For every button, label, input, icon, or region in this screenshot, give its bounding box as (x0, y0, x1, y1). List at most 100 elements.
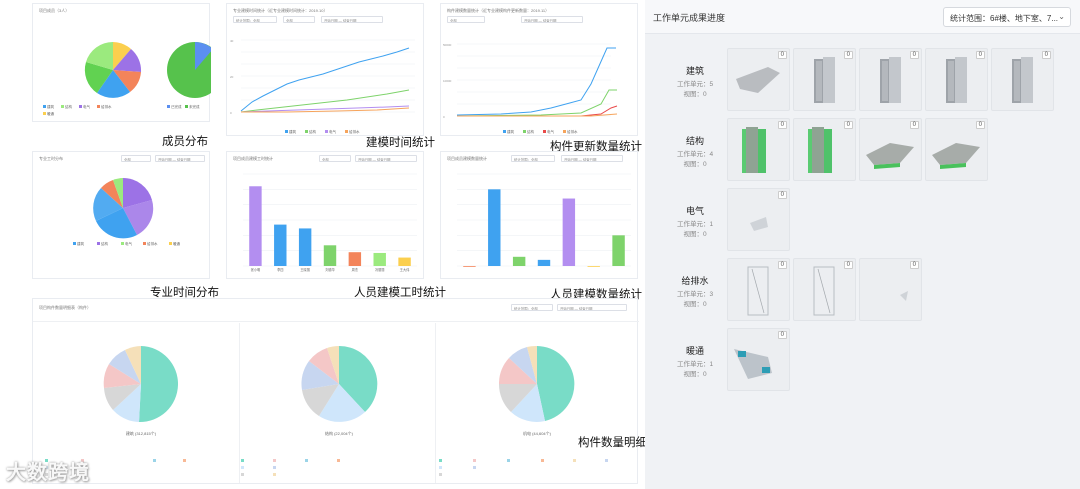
category-units: 工作单元：5 (676, 81, 714, 88)
svg-text:电气: 电气 (83, 104, 90, 109)
component-updates-panel: 构件建模数量统计（近专业建模构件更新数量：2019.11） 全部 开始日期 — … (440, 3, 638, 136)
bar (612, 235, 625, 266)
category-0: 建筑 工作单元：5 视图：0 (657, 64, 733, 100)
bar (323, 245, 337, 266)
svg-text:给排水: 给排水 (101, 104, 112, 109)
model-preview-icon (813, 266, 835, 316)
model-thumbnail[interactable]: 0 (859, 118, 922, 181)
progress-body: 建筑 工作单元：5 视图：0 0 0 0 0 0 结构 工作单元：4 视图：0 0 0 0 0 电气 工作单元：… (657, 34, 1071, 489)
category-views: 视图：0 (683, 371, 707, 378)
watermark-logo: 大数跨境 (6, 462, 90, 484)
svg-text:暖通: 暖通 (47, 111, 54, 116)
person-hours-chart: 张小明 李四 王晓丽 刘德华 周杰 冯丽丽 王大伟 (243, 173, 417, 272)
work-unit-progress-panel: 工作单元成果进度 统计范围：6#楼、地下室、7... ⌄ 建筑 工作单元：5 视图：… (645, 0, 1080, 489)
detail-label-1: 建筑 (312,815个) (126, 430, 157, 436)
discipline-pie: 建筑 结构 电气 给排水 暖通 (73, 177, 180, 246)
svg-text:0: 0 (443, 115, 445, 119)
bar (562, 198, 576, 266)
model-preview-icon (808, 127, 832, 173)
svg-text:40: 40 (230, 39, 234, 43)
modeling-time-chart: 0 20 40 建筑 结构 电气 给排水 (230, 39, 415, 134)
model-thumbnail[interactable]: 0 (925, 118, 988, 181)
category-views: 视图：0 (683, 301, 707, 308)
svg-text:建筑: 建筑 (507, 129, 515, 134)
svg-text:结构: 结构 (309, 129, 317, 134)
bar (463, 266, 476, 267)
caption-modeling-time: 建模时间统计 (366, 135, 435, 149)
svg-text:给排水: 给排水 (147, 241, 158, 246)
model-preview-icon (1012, 57, 1033, 103)
range-select-value: 统计范围：6#楼、地下室、7... (950, 14, 1059, 23)
category-units: 工作单元：1 (676, 221, 714, 228)
model-thumbnail[interactable]: 0 (991, 48, 1054, 111)
member-pies: 建筑 结构 电气 给排水 暖通 已完成 未完成 (43, 41, 211, 116)
svg-text:建筑: 建筑 (289, 129, 297, 134)
bar (249, 186, 262, 266)
model-preview-icon (866, 143, 914, 169)
bar (298, 228, 312, 266)
model-thumbnail[interactable]: 0 (793, 48, 856, 111)
svg-text:未完成: 未完成 (189, 104, 200, 109)
category-views: 视图：0 (683, 91, 707, 98)
tick-label: 王大伟 (400, 267, 410, 272)
bar (488, 189, 501, 266)
progress-title: 工作单元成果进度 (653, 13, 726, 23)
discipline-time-panel: 专业工时分布 全部 开始日期 — 结束日期 建筑 结构 电气 给排水 暖通 (32, 151, 210, 279)
model-thumbnail[interactable]: 0 (925, 48, 988, 111)
svg-text:50000: 50000 (443, 43, 452, 47)
component-updates-chart: 0 10000 50000 建筑 结构 电气 给排水 (443, 43, 618, 134)
model-thumbnail[interactable]: 0 (793, 258, 856, 321)
svg-text:10000: 10000 (443, 79, 452, 83)
svg-text:0: 0 (230, 111, 232, 115)
svg-text:建筑: 建筑 (47, 104, 54, 109)
svg-text:暖通: 暖通 (173, 241, 180, 246)
modeling-time-panel: 专业建模时间统计（近专业建模时间统计：2019.10） 统计范围：全部 全部 开… (226, 3, 424, 136)
caption-component-detail: 构件数量明细 (578, 435, 647, 449)
model-preview-icon (734, 349, 772, 379)
category-name: 暖通 (685, 346, 704, 356)
category-name: 给排水 (681, 276, 709, 286)
bar (537, 259, 551, 266)
svg-text:给排水: 给排水 (567, 129, 578, 134)
model-preview-icon (747, 266, 769, 316)
category-units: 工作单元：4 (676, 151, 714, 158)
caption-member-distribution: 成员分布 (162, 134, 208, 148)
bar (512, 256, 526, 266)
model-preview-icon (946, 57, 967, 103)
model-thumbnail[interactable]: 0 (793, 118, 856, 181)
svg-text:电气: 电气 (547, 129, 555, 134)
model-thumbnail[interactable]: 0 (859, 48, 922, 111)
detail-label-3: 机电 (44,604个) (523, 430, 552, 436)
svg-text:电气: 电气 (125, 241, 132, 246)
model-preview-icon (880, 57, 901, 103)
model-thumbnail[interactable]: 0 (727, 118, 790, 181)
svg-text:结构: 结构 (527, 129, 535, 134)
bar (348, 252, 362, 266)
series-line-blue (240, 47, 410, 112)
dashboard-collage: 项目成员（3人） 建筑 结构 电气 给排水 暖通 已完成 未完成 成员分布 专业… (0, 0, 1080, 489)
bar (398, 257, 411, 266)
model-preview-icon (900, 291, 908, 301)
model-thumbnail[interactable]: 0 (727, 258, 790, 321)
tick-label: 张小明 (251, 267, 261, 272)
member-distribution-panel: 项目成员（3人） 建筑 结构 电气 给排水 暖通 已完成 未完成 (32, 3, 211, 122)
model-thumbnail[interactable]: 0 (859, 258, 922, 321)
updates-line-green (456, 89, 617, 117)
model-thumbnail[interactable]: 0 (727, 48, 790, 111)
bar (373, 252, 386, 266)
svg-text:20: 20 (230, 75, 234, 79)
category-2: 电气 工作单元：1 视图：0 (657, 204, 733, 240)
category-units: 工作单元：3 (676, 291, 714, 298)
category-units: 工作单元：1 (676, 361, 714, 368)
category-4: 暖通工作单元：1 视图：0 (657, 344, 733, 380)
model-thumbnail[interactable]: 0 (727, 188, 790, 251)
range-select[interactable]: 统计范围：6#楼、地下室、7... ⌄ (943, 7, 1071, 27)
model-preview-icon (736, 67, 780, 93)
person-count-panel: 项目成员建模数量统计 统计范围：全部 开始日期 — 结束日期 (440, 151, 638, 279)
model-preview-icon (750, 217, 768, 231)
model-preview-icon (932, 143, 980, 169)
tick-label: 王晓丽 (300, 267, 310, 272)
svg-text:已完成: 已完成 (171, 104, 182, 109)
component-detail-pies: 建筑 (312,815个) 结构 (22,004个) 机电 (44,604个) (45, 345, 608, 476)
model-thumbnail[interactable]: 0 (727, 328, 790, 391)
